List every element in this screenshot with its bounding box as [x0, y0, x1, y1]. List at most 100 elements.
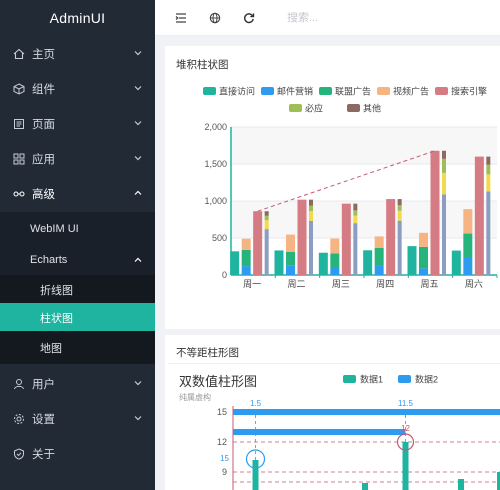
grid-band [231, 127, 497, 164]
sidebar-item-advanced[interactable]: 高级 [0, 176, 155, 211]
about-icon [12, 447, 26, 461]
bar-series2 [233, 429, 406, 435]
sidebar-subitem-echarts[interactable]: Echarts [0, 245, 155, 275]
bar-segment [386, 199, 396, 275]
bar-segment [353, 215, 358, 224]
sidebar-item-settings[interactable]: 设置 [0, 401, 155, 436]
x-tick-label: 周三 [332, 279, 350, 289]
chevron-up-icon [134, 257, 142, 262]
legend-swatch [343, 375, 356, 383]
stacked-bar-chart: 0 500 1,000 1,500 2,000 直接访问 邮件营销 联盟广告 视频广告 搜索引擎必… [203, 86, 498, 289]
legend-swatch [398, 375, 411, 383]
bar-segment [419, 232, 428, 247]
refresh-icon[interactable] [241, 10, 257, 26]
x-tick-label: 周六 [465, 278, 483, 289]
sidebar-item-apps[interactable]: 应用 [0, 141, 155, 176]
bar-segment [363, 250, 373, 275]
legend-label: 邮件营销 [277, 86, 313, 97]
bar-segment [309, 211, 313, 221]
bar-segment [419, 246, 428, 269]
globe-icon[interactable] [207, 10, 223, 26]
marker-label: 1.5 [250, 399, 262, 408]
bar-series1 [458, 479, 464, 490]
apps-icon [12, 152, 26, 166]
sidebar-item-label: 应用 [32, 153, 55, 166]
bar-segment [353, 223, 358, 275]
brand-logo[interactable]: AdminUI [0, 0, 155, 36]
bar-segment [486, 156, 491, 165]
legend-label: 联盟广告 [335, 86, 371, 97]
bar-segment [241, 238, 251, 250]
bar-segment [274, 250, 284, 275]
chevron-down-icon [134, 156, 142, 161]
x-tick-label: 周二 [287, 279, 305, 289]
bar-segment [442, 158, 446, 173]
bar-segment [419, 268, 428, 275]
sidebar-item-label: 页面 [32, 118, 55, 131]
bar-segment [264, 229, 269, 275]
bar-segment [230, 251, 240, 275]
y-tick-label: 500 [212, 233, 227, 243]
search-input[interactable] [287, 11, 407, 24]
bar-segment [463, 257, 473, 275]
menu-toggle-icon[interactable] [173, 10, 189, 26]
legend-swatch [289, 104, 302, 112]
bar-segment [253, 211, 263, 275]
y-tick-label: 0 [222, 270, 227, 280]
sidebar-subitem-label: WebIM UI [30, 222, 79, 235]
chevron-up-icon [134, 190, 142, 195]
bar-series2 [233, 409, 500, 415]
bar-segment [407, 246, 417, 275]
bar-segment [353, 203, 358, 211]
marker-label: 12 [401, 424, 410, 433]
sidebar-item-home[interactable]: 主页 [0, 36, 155, 71]
sidebar-subitem-map[interactable]: 地图 [0, 331, 155, 364]
bar-segment [397, 199, 402, 206]
legend-swatch [261, 87, 274, 95]
bar-segment [442, 150, 446, 159]
sidebar-item-label: 用户 [32, 378, 55, 391]
bar-segment [486, 164, 491, 175]
legend-label: 直接访问 [219, 86, 255, 97]
bar-segment [353, 210, 358, 216]
bar-segment [309, 205, 313, 212]
bar-series1 [362, 483, 368, 490]
bar-segment [264, 220, 269, 230]
bar-segment [286, 251, 295, 266]
sidebar-subitem-bar-chart[interactable]: 柱状图 [0, 303, 155, 333]
legend-label: 数据2 [415, 374, 438, 385]
sidebar-subitem-webim[interactable]: WebIM UI [0, 212, 155, 245]
sidebar-item-pages[interactable]: 页面 [0, 106, 155, 141]
bar-segment [451, 250, 461, 275]
sidebar: AdminUI 主页 组件 页面 应用 高级 WebIM UI Echarts … [0, 0, 155, 490]
bar-segment [374, 265, 384, 275]
bar-segment [286, 265, 295, 275]
legend-swatch [347, 104, 360, 112]
bar-series1 [252, 460, 259, 490]
sidebar-subitem-label: 地图 [40, 342, 62, 355]
bar-segment [241, 249, 251, 267]
topbar [155, 0, 500, 36]
page-icon [12, 117, 26, 131]
home-icon [12, 47, 26, 61]
bar-segment [374, 247, 384, 266]
bar-segment [442, 194, 446, 275]
double-value-bar-chart: 双数值柱形图纯属虚构 数据1 数据2 9 12 15 1.5 11.5 12 15 [179, 374, 500, 490]
sidebar-item-components[interactable]: 组件 [0, 71, 155, 106]
sidebar-item-users[interactable]: 用户 [0, 366, 155, 401]
marker-label: 11.5 [398, 399, 414, 408]
chevron-down-icon [134, 121, 142, 126]
legend-label: 其他 [363, 103, 381, 114]
sidebar-item-label: 设置 [32, 413, 55, 426]
sidebar-item-label: 关于 [32, 448, 55, 461]
bar-segment [486, 191, 491, 275]
bar-segment [309, 220, 313, 275]
bar-segment [309, 199, 313, 206]
bar-segment [264, 215, 269, 221]
settings-icon [12, 412, 26, 426]
sidebar-subitem-line-chart[interactable]: 折线图 [0, 275, 155, 305]
sidebar-subitem-label: 柱状图 [40, 313, 73, 325]
cube-icon [12, 82, 26, 96]
sidebar-item-about[interactable]: 关于 [0, 436, 155, 471]
chevron-down-icon [134, 416, 142, 421]
